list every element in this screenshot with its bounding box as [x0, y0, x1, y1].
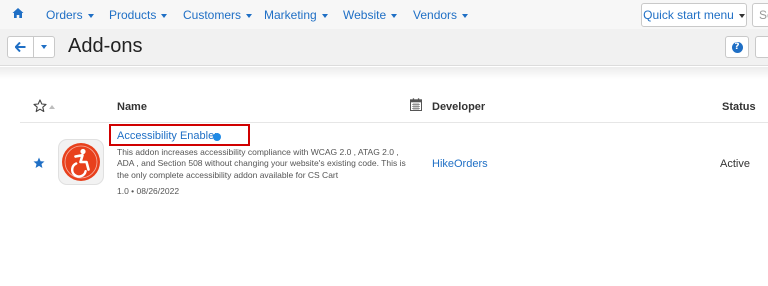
nav-products-label: Products	[109, 8, 157, 22]
new-indicator-dot	[213, 133, 221, 141]
addon-description: This addon increases accessibility compl…	[117, 147, 406, 180]
header-shadow	[0, 67, 768, 79]
nav-orders-label: Orders	[46, 8, 83, 22]
column-header-developer[interactable]: Developer	[432, 101, 485, 113]
nav-vendors[interactable]: Vendors	[413, 8, 469, 22]
chevron-down-icon	[161, 13, 168, 18]
back-button[interactable]	[7, 36, 34, 58]
nav-website[interactable]: Website	[343, 8, 398, 22]
chevron-down-icon	[462, 13, 469, 18]
chevron-down-icon	[87, 13, 94, 18]
chevron-down-icon	[321, 13, 328, 18]
developer-link[interactable]: HikeOrders	[432, 158, 488, 170]
toolbar-button[interactable]	[755, 36, 768, 58]
nav-products[interactable]: Products	[109, 8, 168, 22]
column-header-name[interactable]: Name	[117, 101, 147, 113]
quick-start-menu-label: Quick start menu	[643, 8, 734, 22]
quick-start-menu-button[interactable]: Quick start menu	[641, 3, 747, 27]
nav-customers-label: Customers	[183, 8, 242, 22]
home-icon[interactable]	[12, 7, 24, 19]
chevron-down-icon	[246, 13, 253, 18]
addon-version-date: 1.0 • 08/26/2022	[117, 186, 180, 196]
chevron-down-icon	[391, 13, 398, 18]
arrow-left-icon	[15, 42, 26, 52]
help-icon: ?	[731, 41, 743, 53]
accessibility-icon	[62, 143, 100, 181]
nav-orders[interactable]: Orders	[46, 8, 94, 22]
header-divider	[20, 122, 768, 123]
star-outline-icon[interactable]	[33, 99, 47, 113]
chevron-down-icon	[738, 13, 745, 18]
top-nav: Orders Products Customers Marketing Webs…	[0, 0, 768, 29]
addon-name-link[interactable]: Accessibility Enabler	[117, 130, 218, 142]
column-header-status[interactable]: Status	[722, 101, 756, 113]
nav-marketing-label: Marketing	[264, 8, 317, 22]
nav-website-label: Website	[343, 8, 387, 22]
nav-vendors-label: Vendors	[413, 8, 458, 22]
nav-marketing[interactable]: Marketing	[264, 8, 328, 22]
search-input[interactable]: Se	[752, 3, 768, 27]
calendar-icon[interactable]	[410, 98, 422, 111]
addon-logo	[58, 139, 104, 185]
page-header: Add-ons ?	[0, 29, 768, 66]
star-icon[interactable]	[33, 157, 45, 169]
status-text[interactable]: Active	[720, 158, 750, 170]
sort-arrow-icon[interactable]	[49, 105, 55, 109]
back-history-dropdown[interactable]	[33, 36, 55, 58]
help-button[interactable]: ?	[725, 36, 749, 58]
nav-customers[interactable]: Customers	[183, 8, 253, 22]
chevron-down-icon	[41, 45, 47, 49]
page-title: Add-ons	[68, 35, 143, 57]
